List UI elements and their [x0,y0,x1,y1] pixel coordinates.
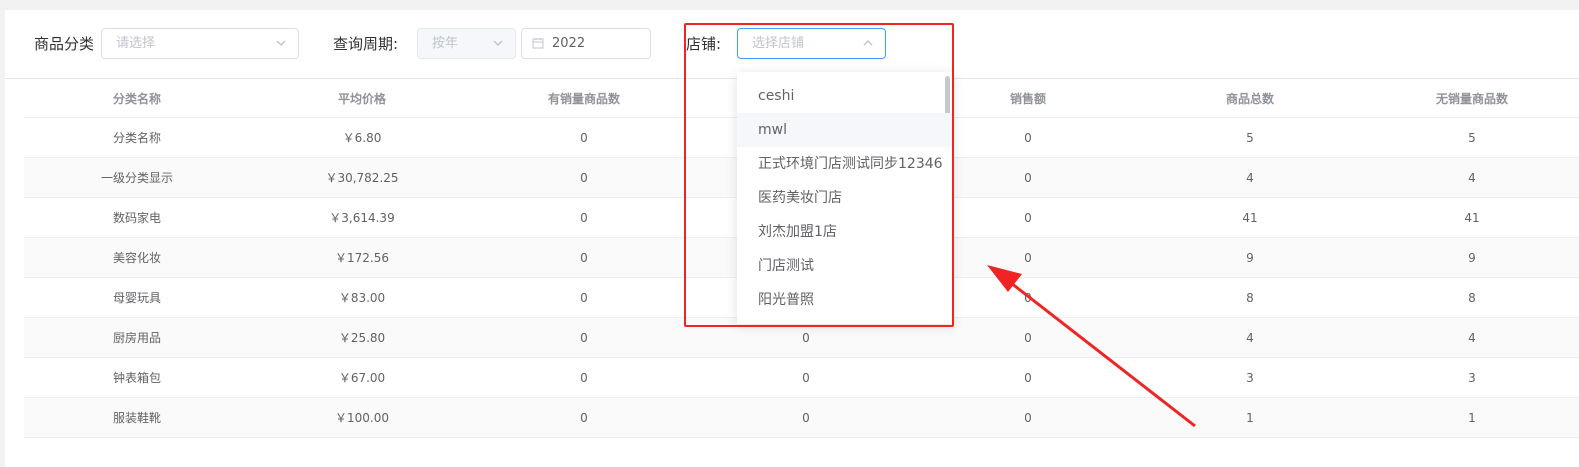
annotation-arrow [987,265,1196,428]
